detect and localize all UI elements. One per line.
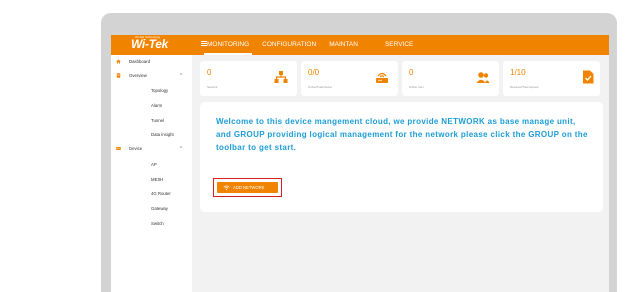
sidebar: Dashboard Overview ^ Topology Alarm Tunn…	[111, 55, 192, 292]
sidebar-item-label: Device	[129, 146, 143, 151]
device-icon	[116, 147, 121, 150]
nav-monitoring[interactable]: MONITORING	[202, 35, 254, 55]
sidebar-item-data-insight[interactable]: Data insight	[111, 130, 192, 140]
brand-tagline: Wi-Tek Technology	[135, 35, 161, 39]
sidebar-group-device[interactable]: Device ^	[111, 144, 192, 154]
sidebar-item-label: Tunnel	[151, 118, 164, 123]
sidebar-item-label: MESH	[151, 177, 164, 182]
sidebar-item-dashboard[interactable]: Dashboard	[111, 57, 192, 67]
sidebar-item-label: Overview	[129, 73, 147, 78]
add-network-button[interactable]: ADD NETWORK	[217, 182, 278, 193]
home-icon	[116, 59, 121, 64]
sidebar-item-tunnel[interactable]: Tunnel	[111, 116, 192, 126]
sidebar-item-label: Gateway	[151, 206, 168, 211]
stat-value: 0	[207, 68, 212, 77]
sidebar-item-mesh[interactable]: MESH	[111, 175, 192, 185]
document-check-icon	[583, 70, 594, 84]
app-window: Wi-Tek Technology Wi-Tek MONITORING CONF…	[111, 35, 609, 292]
sidebar-item-label: Switch	[151, 221, 164, 226]
stat-card-network[interactable]: 0 Network	[200, 61, 297, 96]
sidebar-item-4g-router[interactable]: 4G Router	[111, 189, 192, 199]
stat-value: 1/10	[510, 68, 526, 77]
chevron-up-icon[interactable]: ^	[180, 71, 182, 81]
stat-label: Online User	[409, 85, 424, 89]
stat-card-users[interactable]: 0 Online User	[402, 61, 499, 96]
nav-maintan[interactable]: MAINTAN	[324, 35, 363, 55]
wifi-icon	[223, 185, 230, 191]
nav-service[interactable]: SERVICE	[380, 35, 418, 55]
stat-label: Network	[207, 85, 218, 89]
sidebar-item-ap[interactable]: AP	[111, 160, 192, 170]
add-network-label: ADD NETWORK	[233, 185, 265, 190]
brand-name: Wi-Tek	[131, 37, 168, 51]
users-icon	[476, 72, 490, 83]
sidebar-item-label: AP	[151, 162, 157, 167]
add-network-highlight: ADD NETWORK	[213, 178, 282, 197]
sidebar-item-alarm[interactable]: Alarm	[111, 101, 192, 111]
nav-configuration[interactable]: CONFIGURATION	[257, 35, 321, 55]
sidebar-item-label: Alarm	[151, 103, 163, 108]
stat-label: Resolved/Total request	[510, 85, 539, 89]
overview-icon	[116, 73, 121, 78]
top-navbar: Wi-Tek Technology Wi-Tek MONITORING CONF…	[111, 35, 609, 55]
sidebar-item-label: 4G Router	[151, 191, 171, 196]
network-topology-icon	[274, 71, 288, 83]
router-icon	[376, 72, 388, 83]
sidebar-item-label: Dashboard	[129, 59, 151, 64]
brand-logo[interactable]: Wi-Tek Technology Wi-Tek	[131, 35, 168, 51]
sidebar-item-topology[interactable]: Topology	[111, 86, 192, 96]
chevron-up-icon[interactable]: ^	[180, 144, 182, 154]
sidebar-item-label: Data insight	[151, 132, 174, 137]
stat-card-requests[interactable]: 1/10 Resolved/Total request	[503, 61, 600, 96]
stat-value: 0/0	[308, 68, 320, 77]
stat-label: Online/Total Device	[308, 85, 333, 89]
sidebar-group-overview[interactable]: Overview ^	[111, 71, 192, 81]
sidebar-item-switch[interactable]: Switch	[111, 219, 192, 229]
sidebar-item-label: Topology	[151, 88, 169, 93]
welcome-panel: Welcome to this device mangement cloud, …	[200, 102, 603, 212]
stat-card-devices[interactable]: 0/0 Online/Total Device	[301, 61, 398, 96]
stat-value: 0	[409, 68, 414, 77]
main-nav: MONITORING CONFIGURATION MAINTAN SERVICE	[202, 35, 421, 55]
welcome-message: Welcome to this device mangement cloud, …	[216, 117, 588, 152]
sidebar-item-gateway[interactable]: Gateway	[111, 204, 192, 214]
